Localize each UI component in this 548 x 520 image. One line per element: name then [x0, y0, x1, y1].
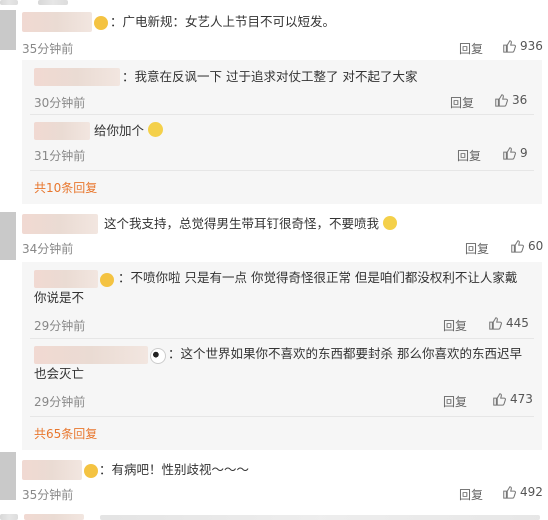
like-button[interactable]: 60	[510, 239, 543, 253]
username[interactable]	[34, 68, 120, 86]
thumbs-up-icon	[495, 94, 508, 107]
username[interactable]	[22, 460, 82, 480]
avatar[interactable]	[0, 10, 16, 50]
like-count: 492	[520, 485, 543, 499]
emoji-icon	[383, 216, 397, 230]
thumbs-up-icon	[511, 240, 524, 253]
reply-button[interactable]: 回复	[443, 393, 467, 410]
top-clipped-row	[0, 0, 548, 6]
divider	[30, 338, 534, 339]
like-count: 936	[520, 39, 543, 53]
comment-text: 这个我支持，总觉得男生带耳钉很奇怪，不要喷我	[104, 214, 397, 234]
like-button[interactable]: 9	[502, 146, 528, 160]
reply-button[interactable]: 回复	[459, 486, 483, 503]
bottom-clipped-row	[0, 512, 548, 520]
thumbs-up-icon	[503, 40, 516, 53]
like-count: 473	[510, 392, 533, 406]
reply-text: ：不喷你啦 只是有一点 你觉得奇怪很正常 但是咱们都没权利不让人家戴 你说是不	[34, 270, 518, 305]
emoji-icon	[148, 122, 163, 137]
like-button[interactable]: 492	[502, 485, 543, 499]
divider	[30, 416, 534, 417]
comment-text: ：有病吧！性别歧视～～～	[99, 462, 250, 477]
comment-text: ：广电新规：女艺人上节目不可以短发。	[110, 14, 336, 29]
reply-button[interactable]: 回复	[443, 317, 467, 334]
divider	[30, 114, 534, 115]
vip-badge-icon	[94, 16, 108, 30]
reply-time: 29分钟前	[34, 395, 86, 409]
like-button[interactable]: 445	[488, 316, 529, 330]
reply-button[interactable]: 回复	[465, 240, 489, 257]
like-count: 60	[528, 239, 544, 253]
reply-button[interactable]: 回复	[459, 40, 483, 57]
like-count: 9	[520, 146, 528, 160]
comment-time: 35分钟前	[22, 488, 74, 502]
reply-time: 31分钟前	[34, 149, 86, 163]
like-count: 36	[512, 93, 528, 107]
reply-text: ：我意在反讽一下 过于追求对仗工整了 对不起了大家	[122, 69, 418, 84]
reply-text: ：这个世界如果你不喜欢的东西都要封杀 那么你喜欢的东西迟早也会灭亡	[34, 346, 522, 381]
reply-button[interactable]: 回复	[457, 147, 481, 164]
reply-button[interactable]: 回复	[450, 94, 474, 111]
thumbs-up-icon	[503, 147, 516, 160]
comment-time: 34分钟前	[22, 242, 74, 256]
divider	[30, 170, 534, 171]
reply-text: 给你加个	[94, 121, 163, 141]
thumbs-up-icon	[489, 317, 502, 330]
more-replies-link[interactable]: 共10条回复	[34, 179, 97, 196]
username[interactable]	[34, 122, 90, 140]
more-replies-link[interactable]: 共65条回复	[34, 425, 97, 442]
thumbs-up-icon	[493, 393, 506, 406]
username[interactable]	[22, 214, 98, 234]
avatar[interactable]	[0, 452, 16, 500]
reply-time: 29分钟前	[34, 319, 86, 333]
reply-time: 30分钟前	[34, 96, 86, 110]
comment-time: 35分钟前	[22, 42, 74, 56]
thumbs-up-icon	[503, 486, 516, 499]
vip-badge-icon	[84, 464, 98, 478]
username[interactable]	[22, 12, 92, 32]
like-button[interactable]: 936	[502, 39, 543, 53]
avatar[interactable]	[0, 212, 16, 260]
like-count: 445	[506, 316, 529, 330]
like-button[interactable]: 473	[492, 392, 533, 406]
like-button[interactable]: 36	[494, 93, 527, 107]
